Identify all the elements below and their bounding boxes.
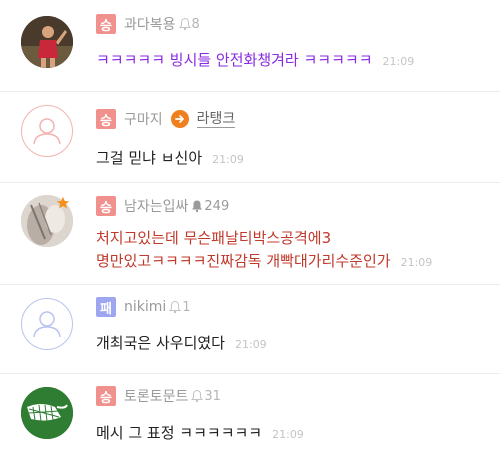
timestamp: 21:09 [272, 428, 304, 441]
message-body: 개최국은 사우디였다 [96, 334, 225, 352]
timestamp: 21:09 [212, 153, 244, 166]
message-body: ㅋㅋㅋㅋㅋ 빙시들 안전화챙겨라 ㅋㅋㅋㅋㅋ [96, 51, 373, 69]
comment-text: 메시 그 표정 ㅋㅋㅋㅋㅋㅋ 21:09 [96, 422, 304, 446]
message-body: 메시 그 표정 ㅋㅋㅋㅋㅋㅋ [96, 424, 263, 442]
comment-row: 승 과다복용 8 ㅋㅋㅋㅋㅋ 빙시들 안전화챙겨라 ㅋㅋㅋㅋㅋ 21:09 [0, 0, 500, 92]
comment-text: 그걸 믿냐 ㅂ신아 21:09 [96, 147, 244, 171]
message-line: 명만있고ㅋㅋㅋㅋ진짜감독 개빡대가리수준인가 [96, 252, 391, 270]
bell-count: 1 [182, 299, 191, 315]
nickname[interactable]: 과다복용 [124, 14, 176, 34]
default-user-avatar[interactable] [21, 298, 73, 350]
win-badge: 승 [96, 386, 116, 406]
win-badge: 승 [96, 196, 116, 216]
comment-row: 승 토론토문트 31 메시 그 표정 ㅋㅋㅋㅋㅋㅋ 21:09 [0, 374, 500, 457]
comment-row: 승 남자는입싸 249 처지고있는데 무슨패날티박스공격에3 명만있고ㅋㅋㅋㅋ진… [0, 183, 500, 285]
bell-icon [169, 300, 182, 314]
nickname[interactable]: 토론토문트 [124, 386, 188, 406]
comment-header: 승 과다복용 8 [96, 14, 200, 34]
rank-link[interactable]: 라탱크 [196, 111, 236, 128]
user-avatar[interactable] [21, 387, 73, 439]
comment-text: ㅋㅋㅋㅋㅋ 빙시들 안전화챙겨라 ㅋㅋㅋㅋㅋ 21:09 [96, 49, 414, 73]
bell-icon [191, 389, 204, 403]
nickname[interactable]: 남자는입싸 [124, 196, 188, 216]
comment-header: 승 토론토문트 31 [96, 386, 221, 406]
comment-header: 승 구마지 라탱크 [96, 109, 236, 129]
nickname[interactable]: 구마지 [124, 109, 163, 129]
message-body: 그걸 믿냐 ㅂ신아 [96, 149, 203, 167]
default-user-avatar[interactable] [21, 105, 73, 157]
win-badge: 승 [96, 14, 116, 34]
bell-icon [178, 17, 191, 31]
comment-header: 패 nikimi 1 [96, 297, 191, 317]
bell-icon [191, 199, 203, 213]
nickname[interactable]: nikimi [124, 299, 166, 315]
comment-text: 처지고있는데 무슨패날티박스공격에3 명만있고ㅋㅋㅋㅋ진짜감독 개빡대가리수준인… [96, 227, 432, 274]
comment-header: 승 남자는입싸 249 [96, 196, 229, 216]
timestamp: 21:09 [400, 256, 433, 269]
bell-count: 31 [204, 388, 221, 404]
star-icon [56, 195, 70, 209]
lose-badge: 패 [96, 297, 116, 317]
timestamp: 21:09 [234, 338, 267, 351]
comment-row: 승 구마지 라탱크 그걸 믿냐 ㅂ신아 21:09 [0, 92, 500, 183]
message-line: 처지고있는데 무슨패날티박스공격에3 [96, 229, 332, 247]
win-badge: 승 [96, 109, 116, 129]
arrow-right-icon[interactable] [170, 110, 189, 128]
user-avatar[interactable] [21, 16, 73, 68]
bell-count: 249 [204, 198, 230, 214]
comment-row: 패 nikimi 1 개최국은 사우디였다 21:09 [0, 285, 500, 374]
timestamp: 21:09 [382, 55, 415, 68]
bell-count: 8 [191, 16, 200, 32]
comment-text: 개최국은 사우디였다 21:09 [96, 332, 267, 356]
